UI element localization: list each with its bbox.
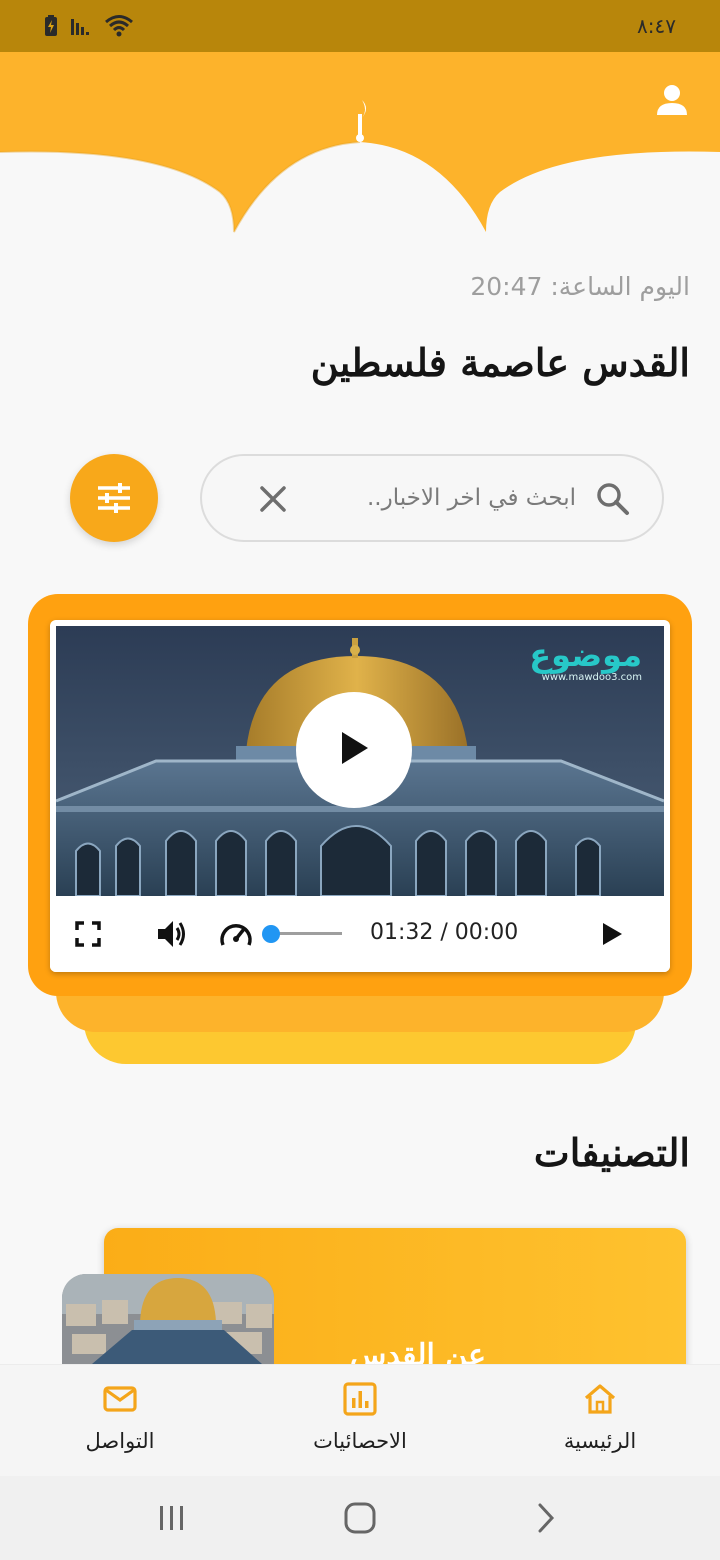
crescent-icon [356,100,366,142]
search-input[interactable] [326,476,576,520]
mail-icon [103,1386,137,1412]
play-icon[interactable] [598,920,626,948]
volume-icon[interactable] [154,916,190,952]
home-icon [584,1384,616,1414]
video-controls: 01:32 / 00:00 [50,896,670,972]
status-time: ٨:٤٧ [637,14,676,38]
nav-label-stats: الاحصائيات [313,1429,407,1453]
nav-item-stats[interactable]: الاحصائيات [270,1365,450,1477]
fullscreen-icon[interactable] [74,920,102,948]
video-progress-slider[interactable] [262,925,342,943]
logo-name: موضوع [529,636,642,674]
page-title: القدس عاصمة فلسطين [310,340,690,385]
system-nav-bar [0,1476,720,1560]
chart-icon [343,1382,377,1416]
signal-icon [71,19,89,35]
mawdoo-logo: موضوع www.mawdoo3.com [529,638,642,683]
date-time-label: اليوم الساعة: 20:47 [470,272,690,301]
nav-label-home: الرئيسية [563,1429,637,1453]
bottom-nav: التواصل الاحصائيات الرئيسية [0,1364,720,1476]
search-icon[interactable] [594,480,632,518]
video-player[interactable]: موضوع www.mawdoo3.com 01:32 / 00:00 [50,620,670,972]
status-bar: ٨:٤٧ [0,0,720,52]
play-icon [342,732,368,764]
video-time: 01:32 / 00:00 [370,920,519,945]
speed-icon[interactable] [218,918,254,950]
clear-icon[interactable] [256,482,290,516]
profile-icon[interactable] [654,82,690,118]
nav-label-contact: التواصل [85,1429,155,1453]
status-icons [44,14,134,38]
battery-charging-icon [45,15,57,36]
header [0,52,720,252]
play-overlay-button[interactable] [296,692,412,808]
back-icon[interactable] [530,1502,566,1534]
search-box[interactable] [200,454,664,542]
filter-icon [98,483,130,513]
nav-item-contact[interactable]: التواصل [30,1365,210,1477]
categories-title: التصنيفات [533,1130,690,1175]
home-circle-icon[interactable] [342,1502,378,1534]
progress-thumb[interactable] [262,925,280,943]
video-card: موضوع www.mawdoo3.com 01:32 / 00:00 [28,594,692,996]
header-shape [0,52,720,233]
recents-icon[interactable] [154,1502,190,1534]
wifi-icon [105,15,133,37]
nav-item-home[interactable]: الرئيسية [510,1365,690,1477]
logo-url: www.mawdoo3.com [541,672,642,683]
filter-button[interactable] [70,454,158,542]
